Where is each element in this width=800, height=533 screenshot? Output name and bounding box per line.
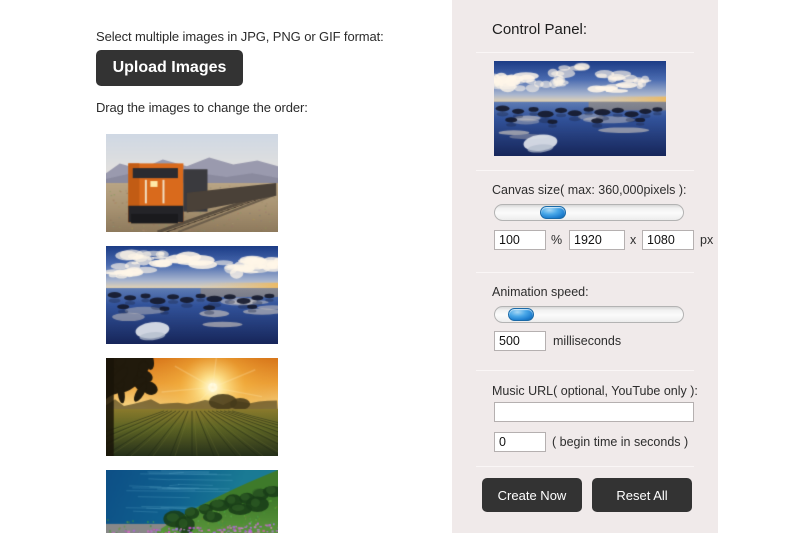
control-panel-title: Control Panel: [492, 21, 587, 38]
preview-image [494, 61, 666, 156]
upload-images-button[interactable]: Upload Images [96, 50, 243, 86]
thumbnail-train-image [106, 134, 278, 232]
slideshow-creator-app: Select multiple images in JPG, PNG or GI… [0, 0, 800, 533]
divider [476, 52, 694, 53]
animation-speed-label: Animation speed: [492, 285, 589, 299]
canvas-height-input[interactable] [642, 230, 694, 250]
create-now-button[interactable]: Create Now [482, 478, 582, 512]
image-upload-pane: Select multiple images in JPG, PNG or GI… [0, 0, 452, 533]
upload-hint-text: Select multiple images in JPG, PNG or GI… [96, 29, 384, 44]
dimension-separator-label: x [630, 233, 636, 247]
preview-image-canvas [494, 61, 666, 156]
drag-order-hint-text: Drag the images to change the order: [96, 100, 308, 115]
reset-all-button[interactable]: Reset All [592, 478, 692, 512]
divider [476, 370, 694, 371]
thumbnail-lake-image [106, 246, 278, 344]
canvas-size-slider-thumb[interactable] [540, 206, 566, 219]
canvas-size-slider[interactable] [494, 204, 684, 221]
thumbnail-train[interactable] [106, 134, 278, 232]
control-panel: Control Panel: Canvas size( max: 360,000… [452, 0, 718, 533]
pixels-unit-label: px [700, 233, 713, 247]
milliseconds-unit-label: milliseconds [553, 334, 621, 348]
divider [476, 272, 694, 273]
percent-unit-label: % [551, 233, 562, 247]
music-begin-time-input[interactable] [494, 432, 546, 452]
thumbnail-list[interactable] [106, 134, 278, 533]
canvas-percent-input[interactable] [494, 230, 546, 250]
begin-time-unit-label: ( begin time in seconds ) [552, 435, 688, 449]
canvas-width-input[interactable] [569, 230, 625, 250]
thumbnail-meadow[interactable] [106, 470, 278, 533]
thumbnail-meadow-image [106, 470, 278, 533]
thumbnail-lake[interactable] [106, 246, 278, 344]
thumbnail-sunset-image [106, 358, 278, 456]
animation-speed-slider[interactable] [494, 306, 684, 323]
music-url-input[interactable] [494, 402, 694, 422]
animation-speed-input[interactable] [494, 331, 546, 351]
divider [476, 466, 694, 467]
animation-speed-slider-thumb[interactable] [508, 308, 534, 321]
thumbnail-sunset[interactable] [106, 358, 278, 456]
divider [476, 170, 694, 171]
music-url-label: Music URL( optional, YouTube only ): [492, 384, 698, 398]
canvas-size-label: Canvas size( max: 360,000pixels ): [492, 183, 687, 197]
